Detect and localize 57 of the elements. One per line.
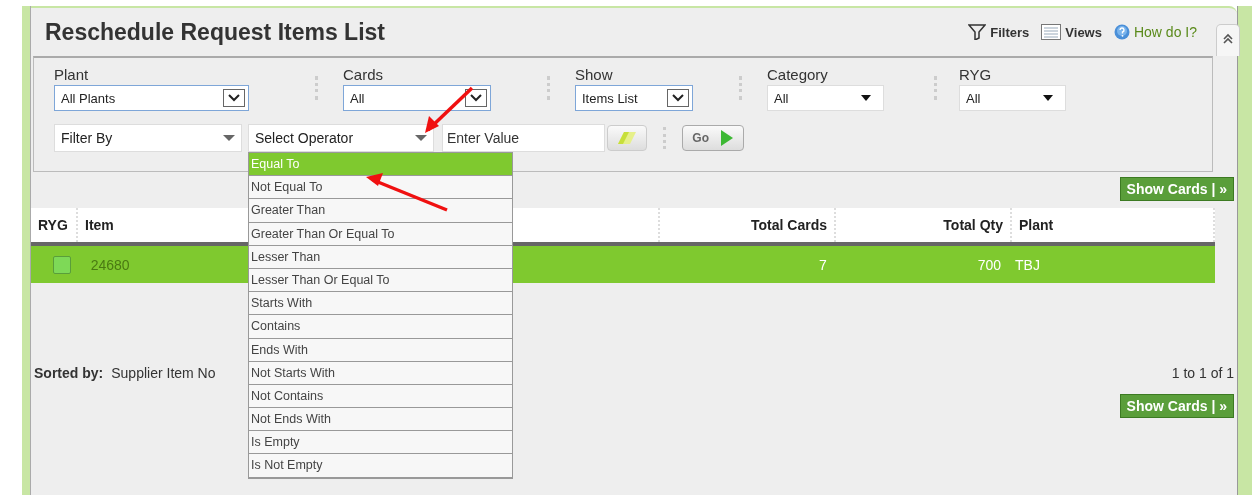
table-cell: TBJ (1015, 256, 1040, 273)
menu-option[interactable]: Contains (249, 315, 512, 339)
menu-option[interactable]: Not Ends With (249, 408, 512, 432)
menu-option[interactable]: Is Not Empty (249, 454, 512, 478)
help-icon (1113, 24, 1130, 40)
dropdown-field[interactable]: All (343, 85, 491, 111)
filter-label: Cards (343, 66, 384, 85)
menu-option[interactable]: Greater Than (249, 199, 512, 223)
play-icon (719, 129, 734, 147)
chevron-down-icon (223, 89, 245, 107)
table-cell: 24680 (90, 256, 130, 273)
double-chevron-up-icon (1222, 33, 1234, 45)
sort-label: Sorted by: (34, 365, 104, 381)
caret-icon (415, 135, 427, 141)
dropdown-field[interactable]: All Plants (54, 85, 249, 111)
menu-option[interactable]: Not Starts With (249, 361, 512, 385)
menu-option[interactable]: Greater Than Or Equal To (249, 222, 512, 246)
column-header[interactable]: Item (85, 217, 114, 233)
help-link[interactable]: How do I? (1113, 24, 1197, 40)
filter-label: Category (767, 66, 829, 85)
menu-option[interactable]: Lesser Than Or Equal To (249, 268, 512, 293)
arrow-drawing (425, 86, 474, 133)
table-cell: 7 (818, 256, 827, 273)
dropdown-field[interactable]: All (959, 85, 1066, 111)
caret-icon (223, 135, 235, 141)
sort-value: Supplier Item No (111, 365, 216, 381)
filter-icon (968, 24, 987, 40)
column-header[interactable]: Total Cards (751, 217, 827, 233)
caret-icon (1043, 95, 1053, 101)
menu-option[interactable]: Ends With (249, 338, 512, 362)
column-header[interactable]: Total Qty (943, 217, 1003, 233)
menu-option[interactable]: Not Contains (249, 384, 512, 409)
chevron-down-icon (465, 89, 487, 107)
dropdown-field[interactable]: All (767, 85, 884, 111)
pagination-text: 1 to 1 of 1 (1171, 365, 1234, 381)
menu-option[interactable]: Starts With (249, 292, 512, 316)
eraser-icon (616, 131, 638, 145)
views-link[interactable]: Views (1041, 24, 1102, 40)
value-field[interactable]: Enter Value (442, 124, 605, 152)
caret-icon (861, 95, 871, 101)
column-header[interactable]: Plant (1019, 217, 1054, 233)
dropdown-field[interactable]: Items List (575, 85, 693, 111)
table-cell: 700 (977, 256, 1001, 273)
filter-link[interactable]: Filters (968, 24, 1030, 40)
collapse-button[interactable] (1216, 24, 1240, 56)
chevron-down-icon (667, 89, 689, 107)
menu-option[interactable]: Is Empty (249, 431, 512, 455)
filter-by-dropdown[interactable]: Filter By (54, 124, 242, 152)
menu-option[interactable]: Lesser Than (249, 245, 512, 269)
filter-label: Show (575, 66, 614, 85)
filter-label: RYG (959, 66, 993, 85)
page-title: Reschedule Request Items List (45, 18, 386, 46)
column-header[interactable]: RYG (38, 217, 68, 233)
operator-dropdown[interactable]: Select Operator (248, 124, 434, 152)
go-button[interactable]: Go (682, 125, 744, 151)
filter-label: Plant (54, 66, 90, 85)
list-icon (1041, 24, 1062, 40)
